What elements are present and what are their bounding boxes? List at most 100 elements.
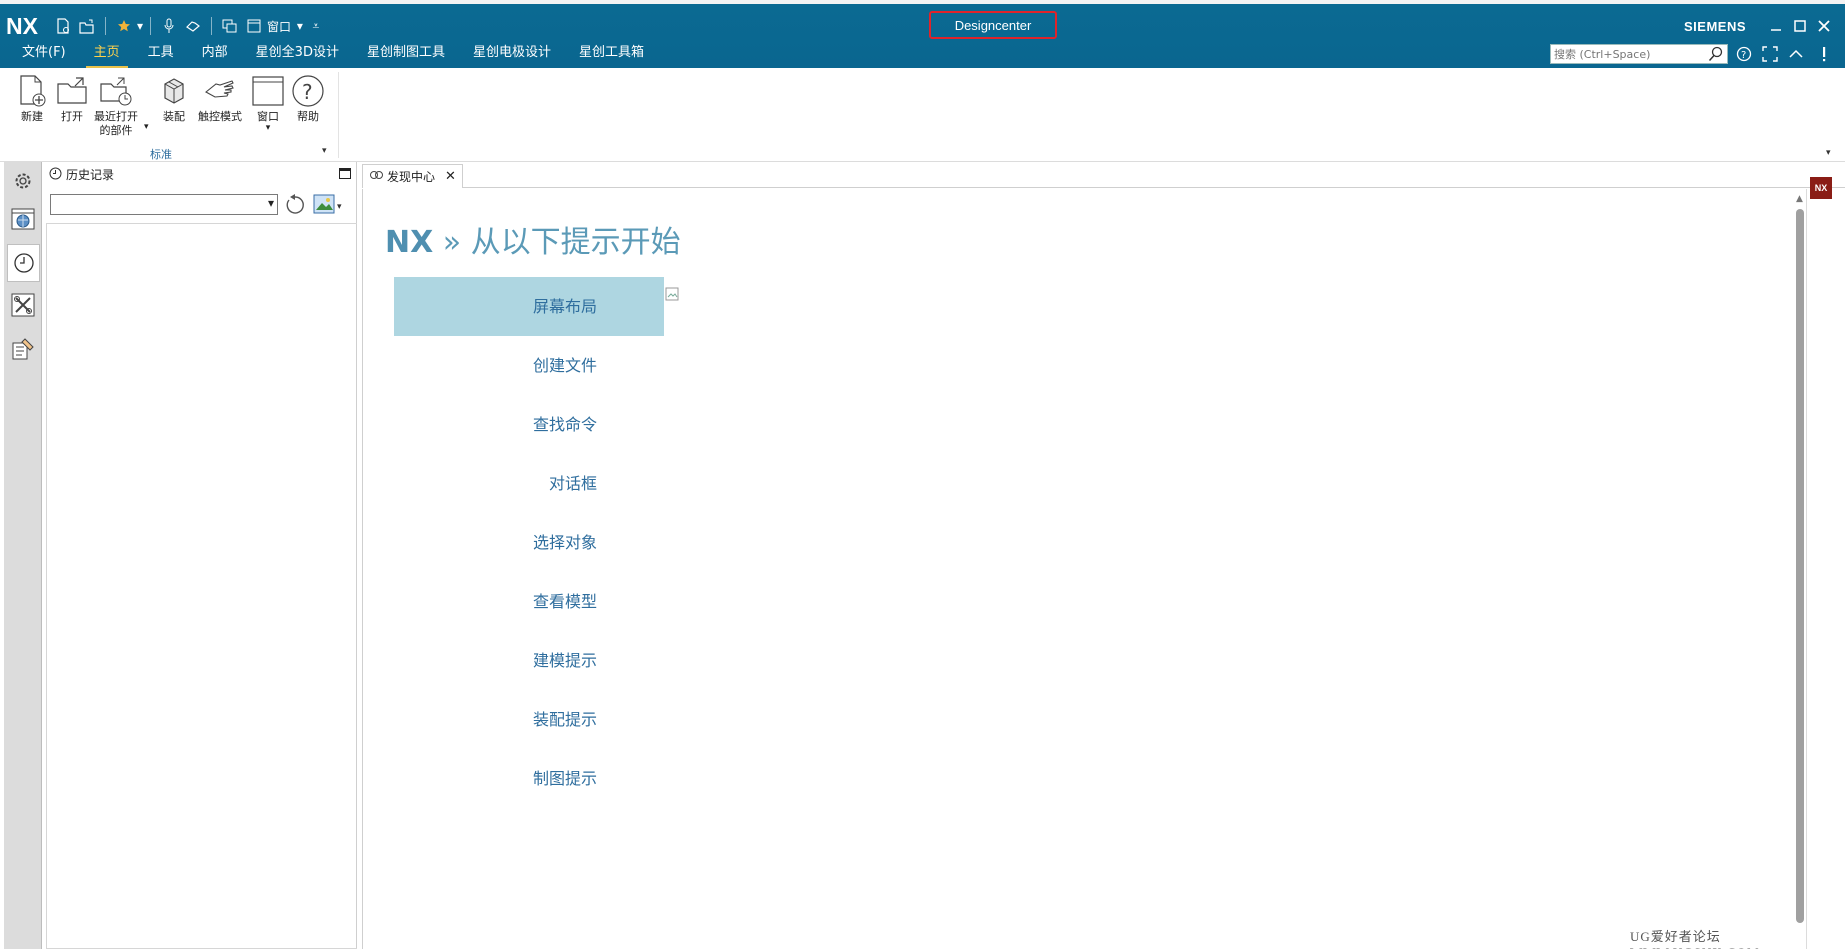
tab-tools[interactable]: 工具 xyxy=(134,41,188,65)
close-tab-icon[interactable]: ✕ xyxy=(445,169,456,184)
new-button-label: 新建 xyxy=(21,110,43,123)
tab-internal[interactable]: 内部 xyxy=(188,41,242,65)
siemens-logo: SIEMENS xyxy=(1684,19,1747,34)
cascade-windows-icon[interactable] xyxy=(219,15,241,37)
recent-parts-icon xyxy=(98,72,134,110)
microphone-icon[interactable] xyxy=(158,15,180,37)
touch-icon[interactable] xyxy=(182,15,204,37)
group-options-icon[interactable]: ▾ xyxy=(322,146,327,156)
window-icon[interactable] xyxy=(243,15,265,37)
collapse-ribbon-icon[interactable] xyxy=(1786,44,1806,64)
help-icon: ? xyxy=(290,72,326,110)
content-scrollbar[interactable]: ▲ xyxy=(1793,189,1807,929)
ribbon-group-separator xyxy=(338,72,339,158)
close-icon[interactable] xyxy=(1814,16,1834,36)
history-panel: 历史记录 ▾ xyxy=(43,162,357,949)
touch-mode-label: 触控模式 xyxy=(198,110,242,123)
nav-modeling-tips[interactable]: 建模提示 xyxy=(394,631,664,690)
tab-xc-toolbox[interactable]: 星创工具箱 xyxy=(565,41,658,65)
tab-xc-drafting[interactable]: 星创制图工具 xyxy=(353,41,459,65)
page-title-separator: » xyxy=(433,225,471,260)
recent-parts-dropdown-icon[interactable]: ▾ xyxy=(144,122,149,132)
page-title-prefix: NX xyxy=(385,225,434,260)
window-menu-label[interactable]: 窗口 xyxy=(267,18,291,35)
maximize-panel-icon[interactable] xyxy=(339,168,351,179)
new-file-icon xyxy=(14,72,50,110)
nav-drafting-tips[interactable]: 制图提示 xyxy=(394,749,664,808)
nav-screen-layout[interactable]: 屏幕布局 xyxy=(394,277,664,336)
recent-parts-button[interactable]: 最近打开 的部件 ▾ xyxy=(94,72,149,138)
assembly-label: 装配 xyxy=(163,110,185,123)
scrollbar-thumb[interactable] xyxy=(1796,209,1804,923)
thumbnail-view-icon[interactable]: ▾ xyxy=(313,194,345,216)
new-button[interactable]: 新建 xyxy=(14,72,50,124)
qat-separator xyxy=(150,17,152,35)
fullscreen-icon[interactable] xyxy=(1760,44,1780,64)
settings-icon[interactable] xyxy=(8,166,38,196)
command-search[interactable] xyxy=(1550,44,1728,64)
window-title: Designcenter xyxy=(929,11,1057,39)
history-clock-icon xyxy=(49,167,62,183)
svg-text:?: ? xyxy=(302,80,313,104)
tab-home[interactable]: 主页 xyxy=(80,41,134,68)
maximize-icon[interactable] xyxy=(1790,16,1810,36)
history-filter-dropdown[interactable] xyxy=(50,194,278,215)
window-button[interactable]: 窗口 ▾ xyxy=(250,72,286,133)
assembly-button[interactable]: 装配 xyxy=(156,72,192,124)
nav-view-model[interactable]: 查看模型 xyxy=(394,572,664,631)
quick-access-toolbar: ▾ 窗口 ▾ ⩡ xyxy=(52,14,319,38)
window-dropdown-icon[interactable]: ▾ xyxy=(293,19,303,33)
role-icon[interactable] xyxy=(8,334,38,364)
web-browser-icon[interactable] xyxy=(8,204,38,234)
tab-file[interactable]: 文件(F) xyxy=(8,41,80,65)
watermark: UG爱好者论坛 WWW.UGSNX.COM xyxy=(1630,929,1759,949)
star-dropdown-icon[interactable]: ▾ xyxy=(137,19,143,33)
document-tabs: 发现中心 ✕ xyxy=(362,162,1845,188)
qat-separator xyxy=(105,17,106,35)
new-doc-icon[interactable] xyxy=(52,15,74,37)
nx-logo: NX xyxy=(6,13,38,39)
svg-text:▾: ▾ xyxy=(337,202,342,212)
qat-separator xyxy=(211,17,213,35)
open-button[interactable]: 打开 xyxy=(54,72,90,124)
window-dropdown-icon[interactable]: ▾ xyxy=(266,124,271,133)
nav-dialog[interactable]: 对话框 xyxy=(394,454,664,513)
history-panel-header: 历史记录 xyxy=(49,166,114,183)
help-label: 帮助 xyxy=(297,110,319,123)
history-list[interactable] xyxy=(46,223,357,949)
nav-select-objects[interactable]: 选择对象 xyxy=(394,513,664,572)
qat-customize-icon[interactable]: ⩡ xyxy=(305,19,320,34)
nav-assembly-tips[interactable]: 装配提示 xyxy=(394,690,664,749)
search-input[interactable] xyxy=(1554,47,1704,61)
alert-icon[interactable] xyxy=(1814,44,1834,64)
tab-xc-3d-design[interactable]: 星创全3D设计 xyxy=(242,41,353,65)
right-dock xyxy=(1806,189,1845,949)
menu-tabs: 文件(F) 主页 工具 内部 星创全3D设计 星创制图工具 星创电极设计 星创工… xyxy=(8,40,658,68)
window-icon xyxy=(250,72,286,110)
touch-mode-button[interactable]: 触控模式 xyxy=(198,72,242,124)
history-icon[interactable] xyxy=(7,244,40,282)
recent-parts-label: 最近打开 的部件 xyxy=(94,110,138,137)
history-panel-title: 历史记录 xyxy=(66,168,115,182)
search-icon[interactable] xyxy=(1708,46,1724,66)
discovery-center-label: 发现中心 xyxy=(387,170,436,184)
refresh-icon[interactable] xyxy=(283,193,307,217)
help-circle-icon[interactable]: ? xyxy=(1734,44,1754,64)
tab-discovery-center[interactable]: 发现中心 ✕ xyxy=(362,164,463,188)
discovery-center-icon xyxy=(369,168,383,185)
star-icon[interactable] xyxy=(113,15,135,37)
nav-create-file[interactable]: 创建文件 xyxy=(394,336,664,395)
scroll-up-icon[interactable]: ▲ xyxy=(1796,194,1803,204)
minimize-icon[interactable] xyxy=(1766,16,1786,36)
nx-badge-icon[interactable]: NX xyxy=(1810,177,1832,199)
help-button[interactable]: ? 帮助 xyxy=(290,72,326,124)
page-title: NX » 从以下提示开始 xyxy=(385,217,681,261)
ribbon-options-icon[interactable]: ▾ xyxy=(1826,148,1831,158)
nav-find-command[interactable]: 查找命令 xyxy=(394,395,664,454)
open-icon[interactable] xyxy=(76,15,98,37)
reuse-library-icon[interactable] xyxy=(8,290,38,320)
open-folder-icon xyxy=(54,72,90,110)
discovery-center-content: NX » 从以下提示开始 屏幕布局 创建文件 查找命令 对话框 选择对象 查看模… xyxy=(362,189,1804,949)
tab-xc-electrode[interactable]: 星创电极设计 xyxy=(459,41,565,65)
assembly-icon xyxy=(156,72,192,110)
